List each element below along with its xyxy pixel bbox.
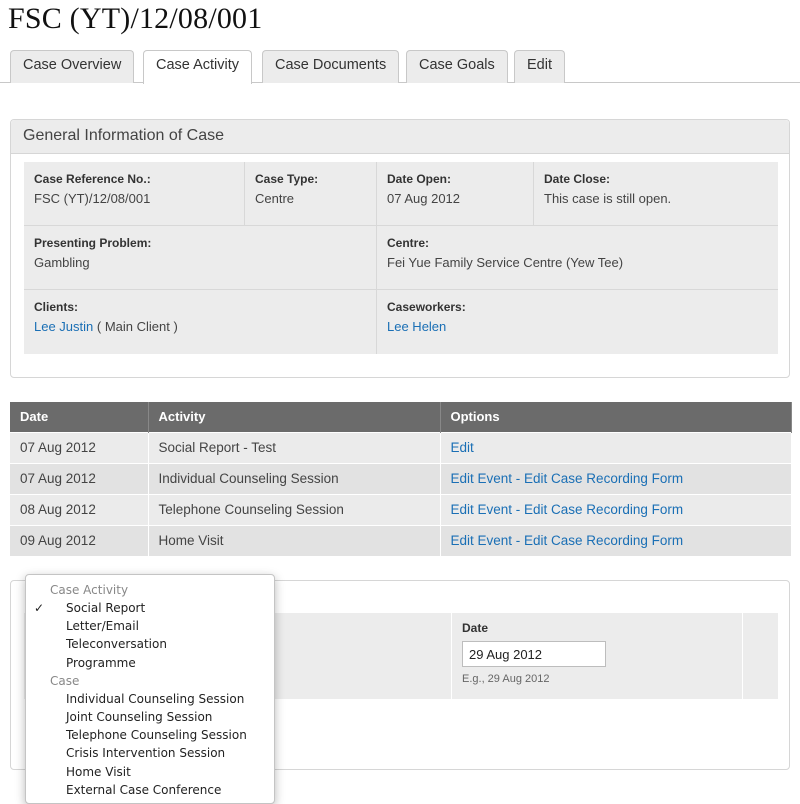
centre-value: Fei Yue Family Service Centre (Yew Tee) xyxy=(387,255,624,270)
row-options: Edit Event - Edit Case Recording Form xyxy=(440,462,792,494)
dropdown-option-telephone-counseling[interactable]: Telephone Counseling Session xyxy=(26,726,274,744)
table-row: 07 Aug 2012 Social Report - Test Edit xyxy=(10,431,792,463)
date-close-cell: Date Close: This case is still open. xyxy=(534,162,778,225)
tab-case-documents[interactable]: Case Documents xyxy=(262,50,400,83)
table-header-row: Date Activity Options xyxy=(10,402,792,432)
dropdown-option-programme[interactable]: Programme xyxy=(26,654,274,672)
header-options: Options xyxy=(440,402,792,432)
edit-event-link[interactable]: Edit Event - Edit Case Recording Form xyxy=(451,533,684,548)
presenting-problem-value: Gambling xyxy=(34,255,90,270)
clients-label: Clients: xyxy=(34,300,79,314)
case-reference-cell: Case Reference No.: FSC (YT)/12/08/001 xyxy=(24,162,244,225)
date-field-group: Date E.g., 29 Aug 2012 xyxy=(451,613,743,699)
caseworkers-value: Lee Helen xyxy=(387,319,768,334)
tab-bar: Case Overview Case Activity Case Documen… xyxy=(0,50,800,84)
row-date: 08 Aug 2012 xyxy=(10,493,149,525)
case-reference-value: FSC (YT)/12/08/001 xyxy=(34,191,151,206)
date-open-cell: Date Open: 07 Aug 2012 xyxy=(377,162,533,225)
dropdown-option-crisis-intervention[interactable]: Crisis Intervention Session xyxy=(26,744,274,762)
case-reference-label: Case Reference No.: xyxy=(34,172,151,186)
dropdown-option-joint-counseling[interactable]: Joint Counseling Session xyxy=(26,708,274,726)
dropdown-group-case-activity: Case Activity xyxy=(50,583,129,597)
tab-case-activity[interactable]: Case Activity xyxy=(143,50,252,84)
case-type-value: Centre xyxy=(255,191,295,206)
presenting-problem-label: Presenting Problem: xyxy=(34,236,152,250)
dropdown-group-case: Case xyxy=(50,673,80,688)
dropdown-option-external-case-conference[interactable]: External Case Conference xyxy=(26,781,274,799)
row-date: 07 Aug 2012 xyxy=(10,462,149,494)
caseworker-link[interactable]: Lee Helen xyxy=(387,319,446,334)
case-type-cell: Case Type: Centre xyxy=(245,162,376,225)
date-open-label: Date Open: xyxy=(387,172,452,186)
edit-event-link[interactable]: Edit Event - Edit Case Recording Form xyxy=(451,471,684,486)
case-info-grid: Case Reference No.: FSC (YT)/12/08/001 C… xyxy=(24,162,778,354)
tab-edit[interactable]: Edit xyxy=(514,50,565,83)
main-client-note: ( Main Client ) xyxy=(93,319,178,334)
clients-cell: Clients: Lee Justin ( Main Client ) xyxy=(24,290,376,354)
tab-case-overview[interactable]: Case Overview xyxy=(10,50,135,83)
caseworkers-cell: Caseworkers: Lee Helen xyxy=(377,290,778,354)
date-open-value: 07 Aug 2012 xyxy=(387,191,461,206)
activity-type-dropdown[interactable]: Case Activity ✓ Social Report Letter/Emai… xyxy=(25,574,275,804)
date-close-label: Date Close: xyxy=(544,172,611,186)
row-date: 09 Aug 2012 xyxy=(10,524,149,556)
page-title: FSC (YT)/12/08/001 xyxy=(8,2,263,35)
checkmark-icon: ✓ xyxy=(34,601,45,615)
dropdown-option-social-report[interactable]: ✓ Social Report xyxy=(26,599,274,617)
table-row: 07 Aug 2012 Individual Counseling Sessio… xyxy=(10,462,792,494)
clients-value: Lee Justin ( Main Client ) xyxy=(34,319,366,334)
dropdown-option-teleconversation[interactable]: Teleconversation xyxy=(26,635,274,653)
panel-heading: General Information of Case xyxy=(11,120,789,154)
tab-case-goals[interactable]: Case Goals xyxy=(406,50,508,83)
caseworkers-label: Caseworkers: xyxy=(387,300,466,314)
activity-table: Date Activity Options 07 Aug 2012 Social… xyxy=(10,402,792,556)
row-options: Edit Event - Edit Case Recording Form xyxy=(440,524,792,556)
row-activity: Social Report - Test xyxy=(148,431,441,463)
date-input[interactable] xyxy=(462,641,606,667)
presenting-problem-cell: Presenting Problem: Gambling xyxy=(24,226,376,289)
edit-event-link[interactable]: Edit Event - Edit Case Recording Form xyxy=(451,502,684,517)
centre-cell: Centre: Fei Yue Family Service Centre (Y… xyxy=(377,226,778,289)
date-close-value: This case is still open. xyxy=(544,191,672,206)
header-date: Date xyxy=(10,402,149,432)
dropdown-option-home-visit[interactable]: Home Visit xyxy=(26,763,274,781)
dropdown-option-individual-counseling[interactable]: Individual Counseling Session xyxy=(26,690,274,708)
general-information-panel: General Information of Case Case Referen… xyxy=(10,119,790,378)
row-date: 07 Aug 2012 xyxy=(10,431,149,463)
row-options: Edit Event - Edit Case Recording Form xyxy=(440,493,792,525)
row-activity: Individual Counseling Session xyxy=(148,462,441,494)
edit-link[interactable]: Edit xyxy=(451,440,474,455)
row-activity: Home Visit xyxy=(148,524,441,556)
client-link[interactable]: Lee Justin xyxy=(34,319,93,334)
date-hint: E.g., 29 Aug 2012 xyxy=(462,673,550,685)
date-label: Date xyxy=(462,621,489,635)
dropdown-option-letter-email[interactable]: Letter/Email xyxy=(26,617,274,635)
row-activity: Telephone Counseling Session xyxy=(148,493,441,525)
table-row: 09 Aug 2012 Home Visit Edit Event - Edit… xyxy=(10,524,792,556)
case-type-label: Case Type: xyxy=(255,172,319,186)
header-activity: Activity xyxy=(148,402,441,432)
table-row: 08 Aug 2012 Telephone Counseling Session… xyxy=(10,493,792,525)
row-options: Edit xyxy=(440,431,792,463)
centre-label: Centre: xyxy=(387,236,430,250)
